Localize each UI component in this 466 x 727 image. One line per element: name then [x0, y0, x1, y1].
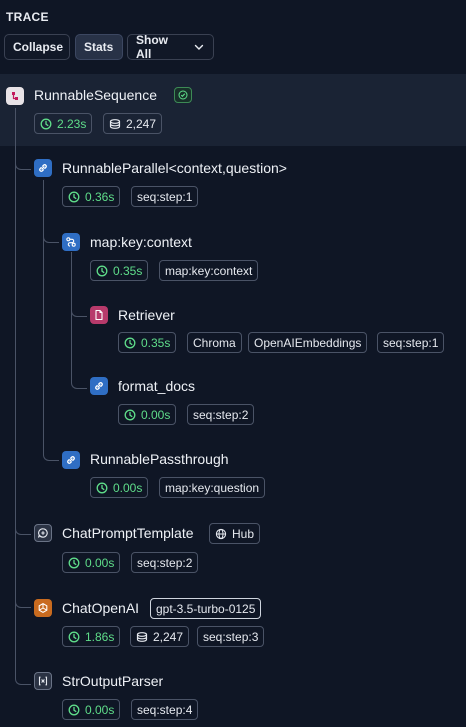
- clock-icon: [124, 409, 136, 421]
- latency-tag: 2.23s: [34, 113, 93, 134]
- metadata-tag: seq:step:4: [131, 699, 199, 720]
- latency-value: 0.00s: [113, 480, 143, 495]
- latency-value: 0.36s: [85, 189, 115, 204]
- latency-tag: 0.00s: [90, 477, 149, 498]
- node-title-chat-prompt-template[interactable]: ChatPromptTemplate: [62, 525, 194, 541]
- map-icon: [62, 233, 80, 251]
- metadata-tag: Chroma: [187, 332, 242, 353]
- latency-value: 0.00s: [141, 407, 171, 422]
- tokens-icon: [136, 631, 148, 643]
- stats-button[interactable]: Stats: [75, 34, 123, 60]
- metadata-tag: map:key:context: [159, 260, 259, 281]
- clock-icon: [40, 118, 52, 130]
- token-count-tag: 2,247: [130, 626, 190, 647]
- metadata-tag: seq:step:3: [197, 626, 265, 647]
- link-icon: [90, 377, 108, 395]
- success-check-icon: [174, 87, 192, 103]
- globe-icon: [215, 528, 227, 539]
- collapse-button[interactable]: Collapse: [4, 34, 70, 60]
- token-count-tag: 2,247: [103, 113, 163, 134]
- latency-tag: 0.36s: [62, 186, 121, 207]
- tree-branch: [43, 180, 59, 243]
- latency-tag: 0.00s: [118, 404, 177, 425]
- node-title-retriever[interactable]: Retriever: [118, 307, 175, 323]
- selected-row-highlight: [0, 74, 466, 146]
- hub-badge-label: Hub: [232, 526, 255, 541]
- latency-value: 2.23s: [57, 116, 87, 131]
- token-count-value: 2,247: [126, 116, 157, 131]
- clock-icon: [68, 557, 80, 569]
- node-title-str-output-parser[interactable]: StrOutputParser: [62, 673, 163, 689]
- latency-tag: 0.00s: [62, 699, 121, 720]
- node-title-format-docs[interactable]: format_docs: [118, 378, 195, 394]
- clock-icon: [124, 337, 136, 349]
- openai-icon: [34, 599, 52, 617]
- trace-header: TRACE: [6, 10, 49, 24]
- latency-tag: 1.86s: [62, 626, 121, 647]
- metadata-tag: seq:step:2: [187, 404, 255, 425]
- show-all-dropdown[interactable]: Show All: [127, 33, 214, 61]
- node-title-runnable-parallel[interactable]: RunnableParallel<context,question>: [62, 160, 287, 176]
- node-title-chat-openai[interactable]: ChatOpenAI: [62, 600, 139, 616]
- latency-tag: 0.00s: [62, 552, 121, 573]
- clock-icon: [96, 265, 108, 277]
- tokens-icon: [109, 118, 121, 130]
- token-count-value: 2,247: [153, 629, 184, 644]
- sequence-icon: [6, 87, 24, 105]
- metadata-tag: seq:step:2: [131, 552, 199, 573]
- latency-tag: 0.35s: [118, 332, 177, 353]
- document-icon: [90, 306, 108, 324]
- tree-branch: [71, 252, 87, 317]
- latency-value: 0.00s: [85, 555, 115, 570]
- prompt-icon: [34, 524, 52, 542]
- metadata-tag: OpenAIEmbeddings: [248, 332, 368, 353]
- link-icon: [34, 159, 52, 177]
- latency-value: 0.35s: [113, 263, 143, 278]
- latency-value: 0.35s: [141, 335, 171, 350]
- metadata-tag: seq:step:1: [377, 332, 445, 353]
- latency-tag: 0.35s: [90, 260, 149, 281]
- latency-value: 0.00s: [85, 702, 115, 717]
- node-title-runnable-passthrough[interactable]: RunnablePassthrough: [90, 451, 229, 467]
- tree-branch: [15, 108, 31, 608]
- link-icon: [62, 451, 80, 469]
- parser-icon: [34, 672, 52, 690]
- clock-icon: [68, 191, 80, 203]
- hub-badge[interactable]: Hub: [209, 523, 261, 544]
- node-title-map-key-context[interactable]: map:key:context: [90, 234, 192, 250]
- show-all-label: Show All: [136, 33, 168, 61]
- chevron-down-icon: [194, 44, 204, 50]
- model-name-badge: gpt-3.5-turbo-0125: [150, 598, 262, 619]
- metadata-tag: seq:step:1: [131, 186, 199, 207]
- clock-icon: [68, 631, 80, 643]
- clock-icon: [68, 704, 80, 716]
- clock-icon: [96, 482, 108, 494]
- node-title-runnable-sequence[interactable]: RunnableSequence: [34, 87, 157, 103]
- latency-value: 1.86s: [85, 629, 115, 644]
- metadata-tag: map:key:question: [159, 477, 266, 498]
